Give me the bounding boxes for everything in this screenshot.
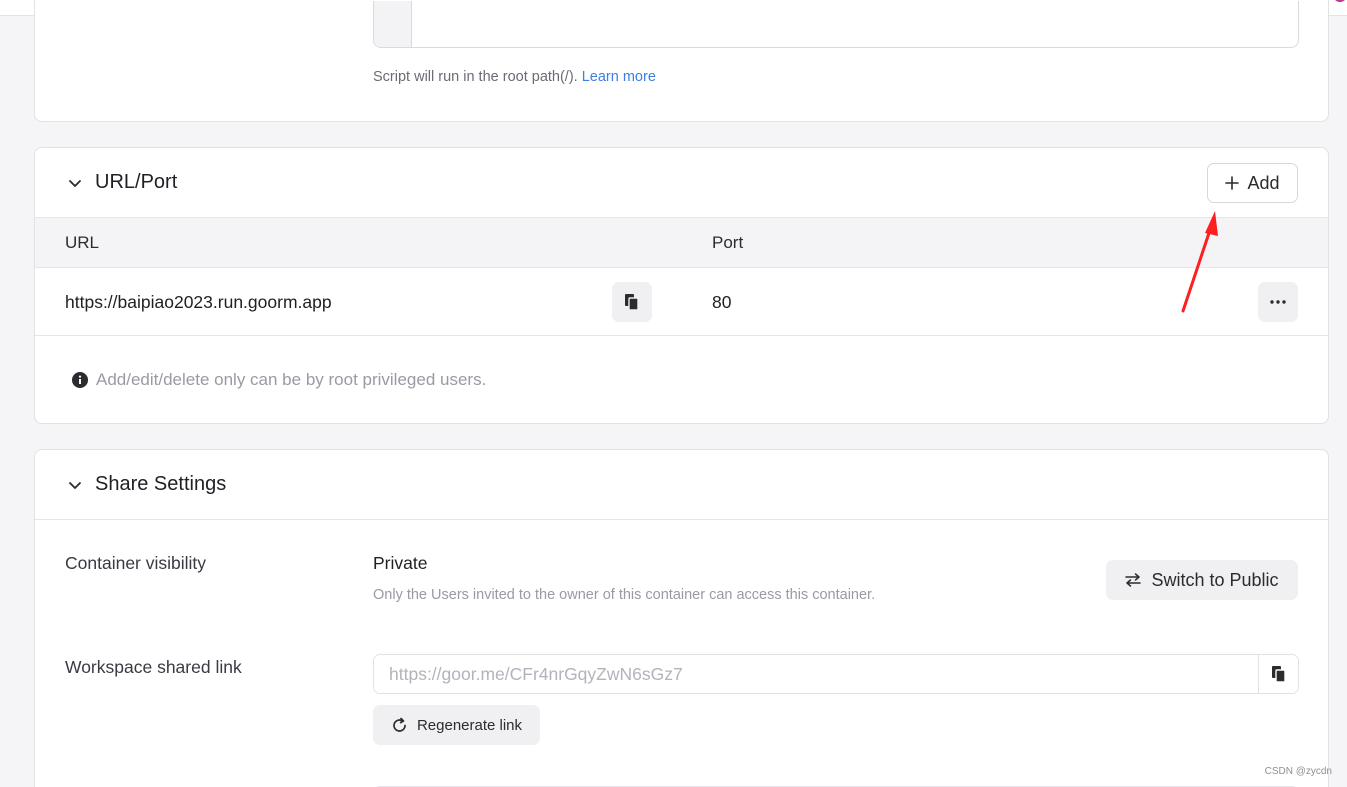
copy-url-button[interactable] [612,282,652,322]
script-help-text: Script will run in the root path(/). Lea… [373,69,656,85]
script-help-label: Script will run in the root path(/). [373,69,578,85]
learn-more-link[interactable]: Learn more [582,69,656,85]
script-card: Script will run in the root path(/). Lea… [34,0,1329,122]
url-port-header: URL/Port Add [35,148,1328,218]
add-url-button[interactable]: Add [1207,163,1298,203]
run-script-input[interactable] [373,1,1299,48]
copy-link-button[interactable] [1258,655,1298,693]
section-title: URL/Port [95,171,178,193]
chevron-down-icon[interactable] [67,175,83,191]
notification-badge[interactable] [1333,0,1347,2]
url-cell: https://baipiao2023.run.goorm.app [65,292,332,312]
plus-icon [1225,176,1240,190]
switch-to-public-button[interactable]: Switch to Public [1106,560,1298,600]
table-header: URL Port [35,218,1328,268]
copy-icon [1271,666,1286,683]
add-button-label: Add [1247,172,1280,193]
column-header-url: URL [65,233,100,252]
permission-note-text: Add/edit/delete only can be by root priv… [96,370,487,389]
info-icon [72,372,88,388]
column-header-port: Port [712,233,744,252]
visibility-description: Only the Users invited to the owner of t… [373,587,876,603]
share-settings-header: Share Settings [35,450,1328,520]
refresh-icon [393,717,406,732]
port-cell: 80 [712,292,732,312]
script-input-prefix [374,1,412,47]
chevron-down-icon[interactable] [67,477,83,493]
visibility-value: Private [373,553,428,573]
container-visibility-label: Container visibility [65,553,207,573]
regenerate-link-button[interactable]: Regenerate link [373,705,540,745]
annotation-arrow-icon [1181,211,1218,313]
switch-button-label: Switch to Public [1151,569,1279,590]
workspace-link-input[interactable] [374,655,1258,693]
permission-note: Add/edit/delete only can be by root priv… [72,370,486,390]
row-more-button[interactable] [1258,282,1298,322]
more-horizontal-icon [1270,300,1286,304]
share-settings-card: Share Settings Container visibility Priv… [34,449,1329,787]
workspace-link-field [373,654,1299,694]
section-title: Share Settings [95,473,227,495]
url-port-card: URL/Port Add URL Port https://baipiao202… [34,147,1329,424]
copy-icon [625,294,639,311]
workspace-link-label: Workspace shared link [65,657,242,677]
swap-arrows-icon [1125,573,1142,587]
table-row: https://baipiao2023.run.goorm.app 80 [35,268,1328,336]
regenerate-label: Regenerate link [416,716,523,734]
watermark: CSDN @zycdn [1264,766,1332,777]
